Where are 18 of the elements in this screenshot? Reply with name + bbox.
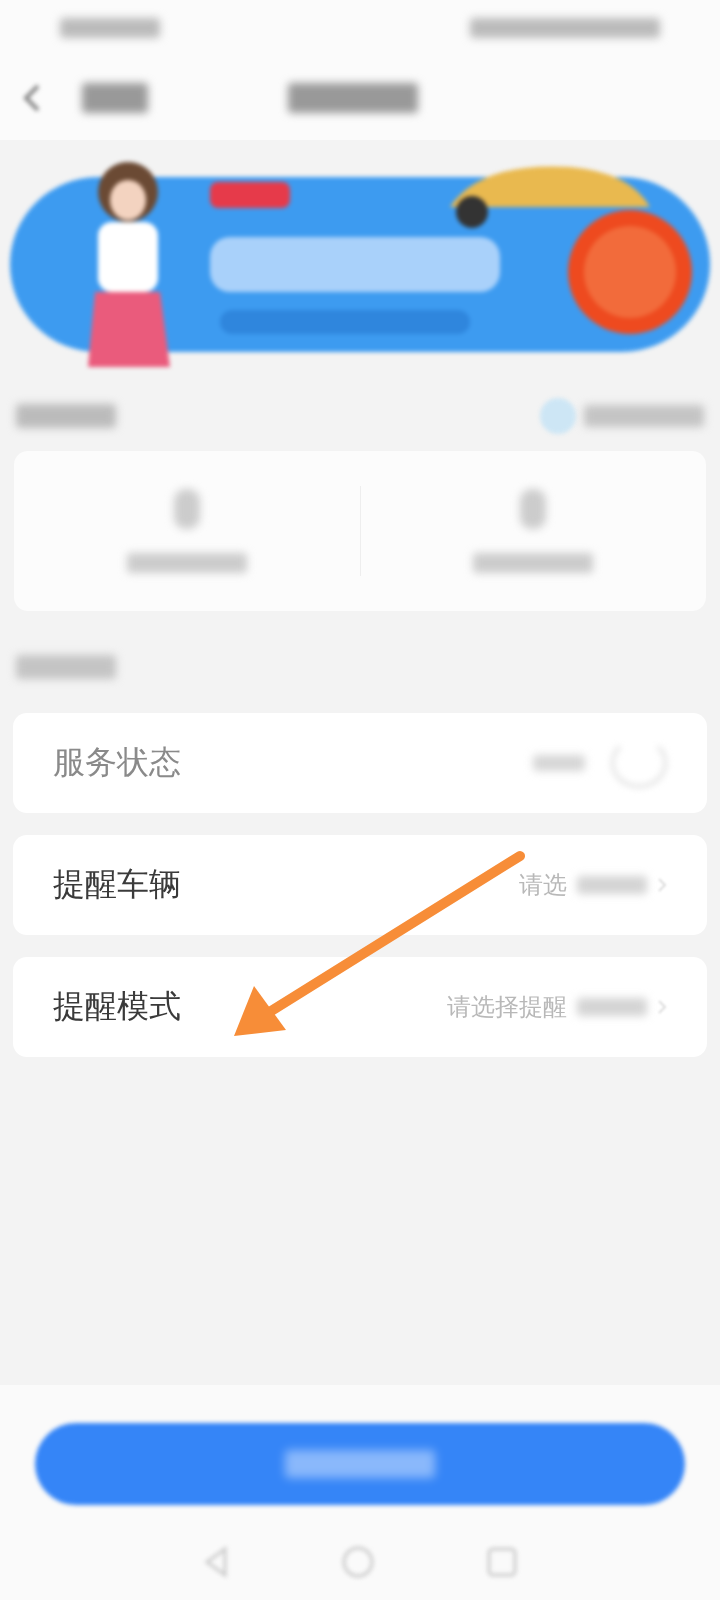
add-vehicle-button[interactable] — [35, 1423, 685, 1505]
home-icon[interactable] — [341, 1545, 375, 1579]
row-label: 提醒模式 — [53, 986, 181, 1027]
blurred-text — [520, 489, 547, 529]
help-icon[interactable] — [540, 398, 576, 434]
blurred-text — [577, 876, 647, 894]
recent-apps-icon[interactable] — [485, 1545, 519, 1579]
row-value: 请选择提醒 — [447, 992, 567, 1023]
back-icon[interactable] — [22, 83, 42, 113]
blurred-text — [577, 998, 647, 1016]
row-label: 提醒车辆 — [53, 864, 181, 905]
blurred-text — [173, 489, 200, 529]
blurred-text — [533, 755, 585, 771]
settings-row[interactable]: 提醒车辆 请选 — [13, 835, 707, 935]
row-value: 请选 — [519, 870, 567, 901]
settings-row[interactable]: 提醒模式 请选择提醒 — [13, 957, 707, 1057]
row-label: 服务状态 — [53, 742, 181, 783]
blurred-text — [82, 83, 148, 113]
